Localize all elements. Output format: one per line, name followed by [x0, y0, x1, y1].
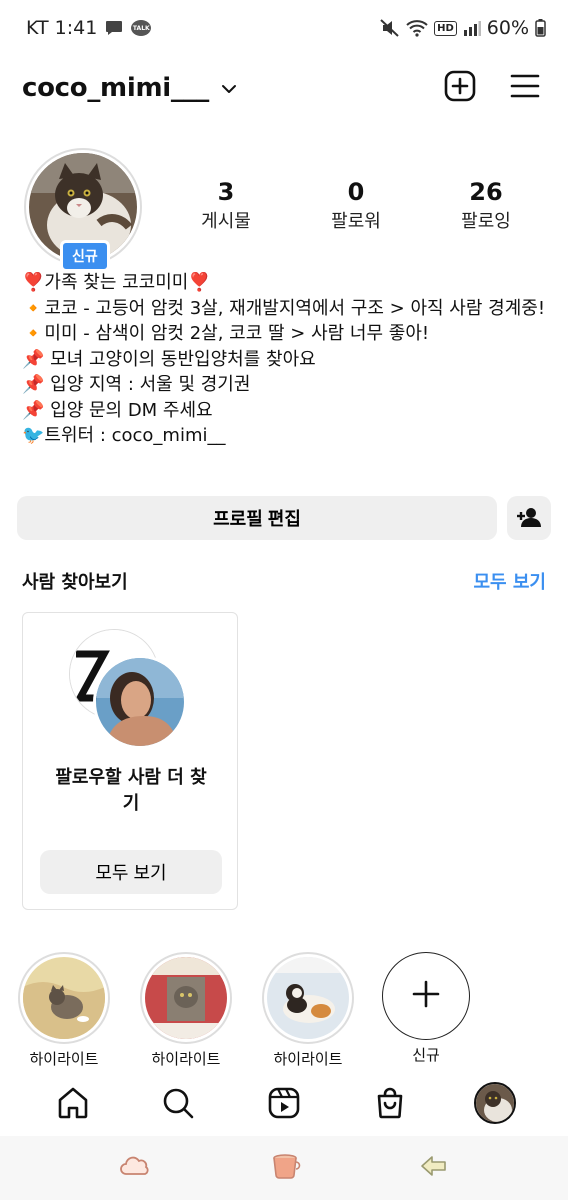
hd-icon: HD — [434, 20, 457, 36]
home-icon[interactable] — [45, 1075, 101, 1131]
chat-bubble-icon — [105, 20, 123, 36]
bio-line: 🐦트위터 : coco_mimi__ — [22, 425, 226, 446]
mute-icon — [380, 19, 400, 37]
profile-actions: 프로필 편집 — [17, 496, 551, 540]
chevron-down-icon[interactable] — [221, 79, 237, 98]
discover-people-header: 사람 찾아보기 모두 보기 — [22, 568, 546, 594]
suggestion-see-all-button[interactable]: 모두 보기 — [40, 850, 222, 894]
account-switcher[interactable]: coco_mimi___ — [22, 73, 237, 103]
highlight-cover[interactable] — [18, 952, 110, 1044]
bio-line: ❣️가족 찾는 코코미미❣️ — [22, 272, 211, 293]
highlight-item[interactable]: 하이라이트 — [260, 952, 356, 1069]
carrier-time: KT 1:41 — [26, 17, 98, 39]
stat-following[interactable]: 26 팔로잉 — [426, 176, 546, 236]
profile-stats: 3 게시물 0 팔로워 26 팔로잉 — [166, 176, 546, 236]
header-icons — [444, 70, 540, 106]
battery-icon — [535, 19, 546, 37]
search-icon[interactable] — [150, 1075, 206, 1131]
battery-percent: 60% — [486, 17, 529, 39]
story-highlights: 하이라이트 하이라이트 하이라이트 신규 — [16, 952, 556, 1072]
see-all-link[interactable]: 모두 보기 — [473, 568, 546, 594]
system-nav-bar — [0, 1136, 568, 1200]
wifi-icon — [406, 19, 428, 37]
highlight-label: 하이라이트 — [151, 1050, 221, 1068]
reels-icon[interactable] — [256, 1075, 312, 1131]
stat-followers-label: 팔로워 — [331, 211, 381, 232]
profile-avatar-small[interactable] — [474, 1082, 517, 1124]
stat-posts-count: 3 — [217, 178, 235, 206]
plus-icon — [411, 979, 441, 1013]
profile-header: coco_mimi___ — [0, 60, 568, 116]
profile-avatar[interactable] — [467, 1075, 523, 1131]
highlight-label: 신규 — [412, 1046, 440, 1064]
suggestion-avatars — [69, 629, 189, 749]
stat-following-label: 팔로잉 — [461, 211, 511, 232]
back-arrow-icon[interactable] — [420, 1154, 448, 1182]
highlight-label: 하이라이트 — [29, 1050, 99, 1068]
edit-profile-button[interactable]: 프로필 편집 — [17, 496, 497, 540]
username[interactable]: coco_mimi___ — [22, 73, 209, 103]
suggested-avatar-person — [93, 655, 187, 749]
bio-line: 📌 모녀 고양이의 동반입양처를 찾아요 — [22, 348, 316, 370]
stat-posts-label: 게시물 — [201, 211, 251, 232]
bio-line: 🔸미미 - 삼색이 암컷 2살, 코코 딸 > 사람 너무 좋아! — [22, 323, 430, 344]
highlight-image — [267, 957, 349, 1039]
discover-people-button[interactable] — [507, 496, 551, 540]
home-cup-icon[interactable] — [271, 1152, 301, 1184]
stat-following-count: 26 — [469, 178, 503, 206]
highlight-cover[interactable] — [262, 952, 354, 1044]
highlight-image — [145, 957, 227, 1039]
new-highlight-button[interactable] — [382, 952, 470, 1040]
signal-icon — [463, 20, 481, 36]
highlight-cover[interactable] — [140, 952, 232, 1044]
create-plus-icon[interactable] — [444, 70, 476, 106]
menu-icon[interactable] — [510, 73, 540, 103]
highlight-image — [23, 957, 105, 1039]
stat-followers[interactable]: 0 팔로워 — [296, 176, 416, 236]
bio-line: 🔸코코 - 고등어 암컷 3살, 재개발지역에서 구조 > 아직 사람 경계중! — [22, 297, 546, 319]
highlight-item[interactable]: 하이라이트 — [138, 952, 234, 1069]
highlight-item[interactable]: 하이라이트 — [16, 952, 112, 1069]
bio-line: 📌 입양 지역 : 서울 및 경기권 — [22, 374, 251, 395]
stat-followers-count: 0 — [347, 178, 365, 206]
discover-title: 사람 찾아보기 — [22, 572, 128, 593]
stat-posts[interactable]: 3 게시물 — [166, 176, 286, 236]
new-badge[interactable]: 신규 — [60, 240, 110, 272]
shop-icon[interactable] — [362, 1075, 418, 1131]
bio-line: 📌 입양 문의 DM 주세요 — [22, 399, 213, 421]
status-right: HD 60% — [380, 17, 546, 39]
profile-avatar-wrap[interactable]: 신규 — [24, 148, 142, 272]
status-left: KT 1:41 TALK — [26, 17, 152, 39]
recent-apps-icon[interactable] — [119, 1154, 152, 1182]
suggestion-card: 팔로우할 사람 더 찾기 모두 보기 — [22, 612, 238, 910]
suggestion-text-label: 팔로우할 사람 더 찾기 — [55, 767, 207, 814]
bottom-nav — [0, 1074, 568, 1132]
highlight-label: 하이라이트 — [273, 1050, 343, 1068]
talk-icon: TALK — [131, 20, 152, 36]
add-person-icon — [516, 507, 542, 530]
status-bar: KT 1:41 TALK HD 60% — [0, 0, 568, 56]
profile-bio: ❣️가족 찾는 코코미미❣️ 🔸코코 - 고등어 암컷 3살, 재개발지역에서 … — [22, 270, 552, 449]
suggestion-text: 팔로우할 사람 더 찾기 — [23, 765, 239, 817]
new-highlight[interactable]: 신규 — [378, 952, 474, 1065]
